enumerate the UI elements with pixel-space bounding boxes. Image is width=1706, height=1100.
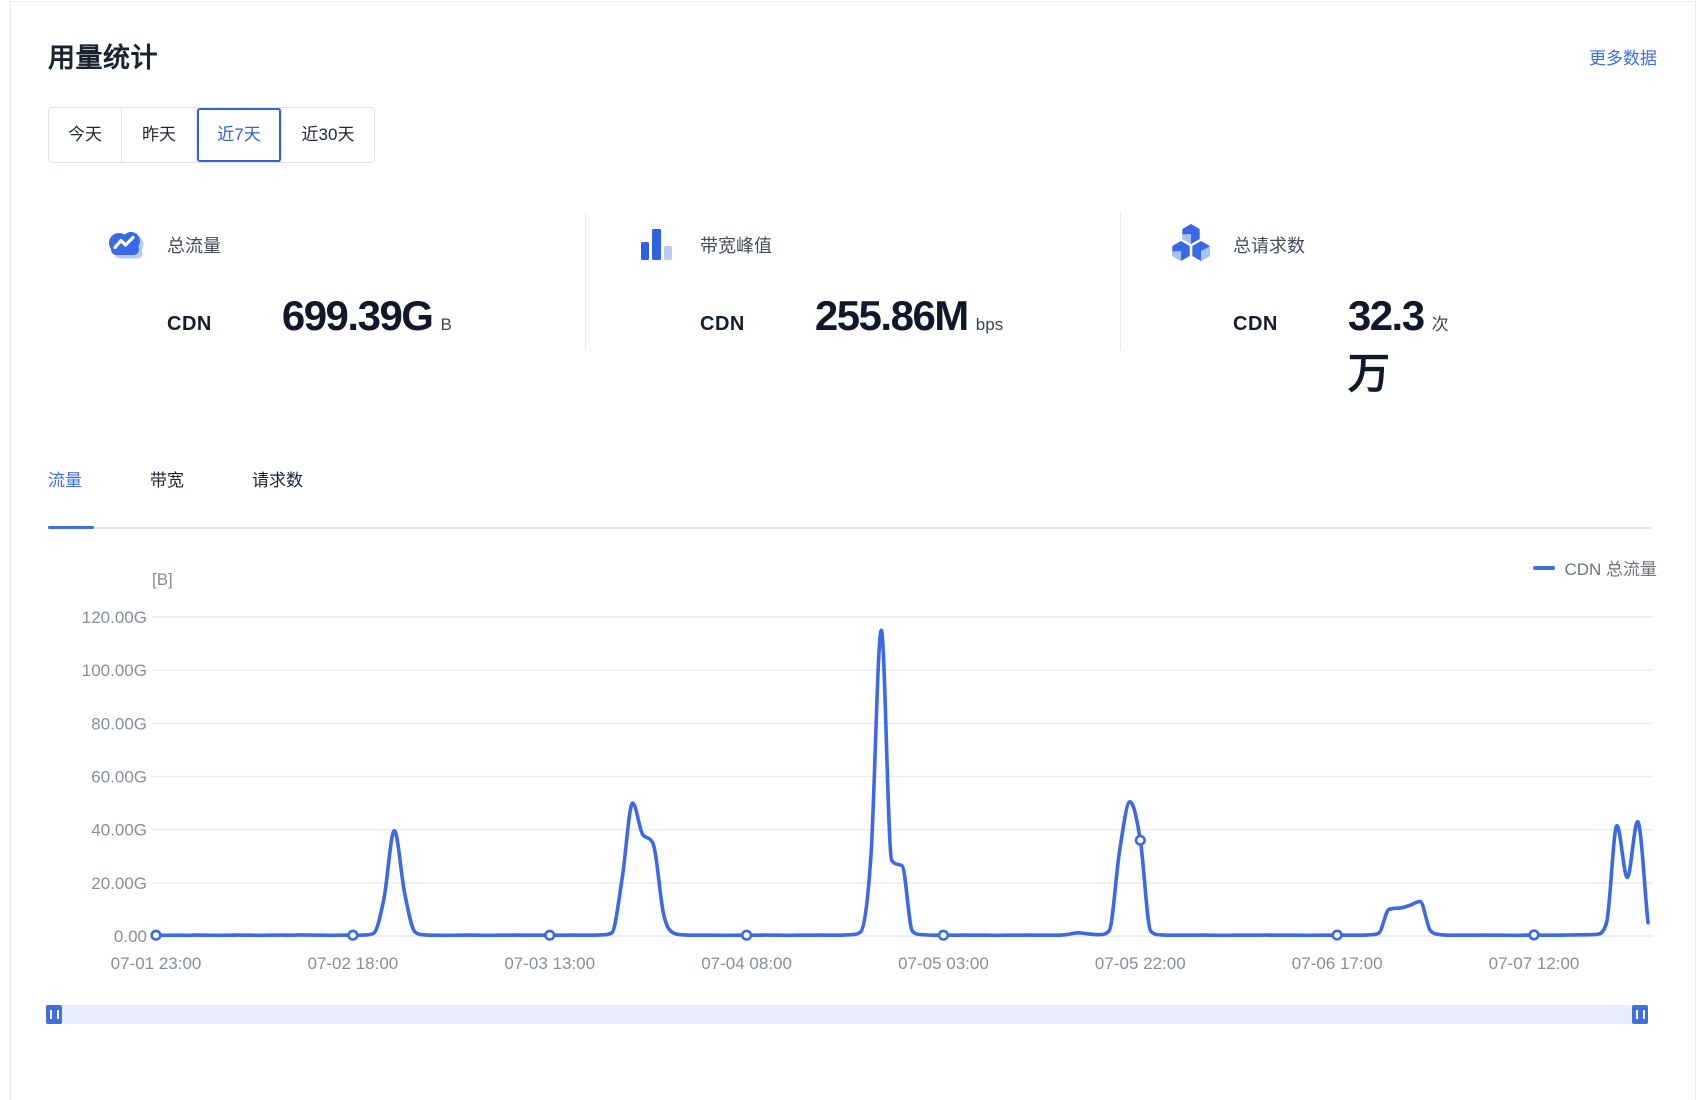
svg-text:0.00: 0.00: [114, 927, 147, 946]
tabs-divider: [48, 527, 1652, 529]
slider-grip-icon: [1636, 1010, 1645, 1019]
peak-bandwidth-value: 255.86M: [815, 292, 968, 340]
date-range-tabs: 今天 昨天 近7天 近30天: [48, 107, 375, 163]
slider-right-handle[interactable]: [1632, 1005, 1648, 1024]
card-divider: [585, 212, 586, 350]
total-traffic-unit: B: [440, 315, 451, 335]
svg-text:20.00G: 20.00G: [91, 874, 147, 893]
svg-text:07-07 12:00: 07-07 12:00: [1489, 954, 1580, 973]
total-traffic-value: 699.39G: [282, 292, 433, 340]
total-requests-card: 总请求数 CDN 32.3万 次: [1168, 222, 1449, 401]
usage-stats-panel: 用量统计 更多数据 今天 昨天 近7天 近30天 总流量 CDN 699.39G…: [0, 0, 1706, 1100]
tab-bandwidth[interactable]: 带宽: [150, 466, 184, 501]
svg-text:80.00G: 80.00G: [91, 714, 147, 733]
svg-text:07-06 17:00: 07-06 17:00: [1292, 954, 1383, 973]
data-zoom-slider[interactable]: [46, 1005, 1648, 1024]
card-prefix: CDN: [1233, 313, 1278, 336]
peak-bandwidth-unit: bps: [976, 315, 1003, 335]
card-prefix: CDN: [167, 313, 212, 336]
active-tab-underline: [48, 526, 94, 529]
svg-text:[B]: [B]: [152, 570, 173, 589]
svg-text:100.00G: 100.00G: [82, 661, 147, 680]
range-tab-today[interactable]: 今天: [49, 108, 122, 162]
svg-text:07-01 23:00: 07-01 23:00: [111, 954, 202, 973]
traffic-line-chart[interactable]: 120.00G 100.00G 80.00G 60.00G 40.00G 20.00G 0.…: [0, 540, 1706, 1005]
svg-text:07-02 18:00: 07-02 18:00: [307, 954, 398, 973]
slider-grip-icon: [50, 1010, 59, 1019]
svg-text:120.00G: 120.00G: [82, 608, 147, 627]
svg-text:40.00G: 40.00G: [91, 821, 147, 840]
peak-bandwidth-card: 带宽峰值 CDN 255.86M bps: [635, 222, 1003, 340]
total-traffic-card: 总流量 CDN 699.39G B: [102, 222, 452, 340]
metric-tabs: 流量 带宽 请求数: [48, 466, 371, 501]
range-tab-yesterday[interactable]: 昨天: [122, 108, 197, 162]
svg-text:07-05 22:00: 07-05 22:00: [1095, 954, 1186, 973]
range-tab-last7days[interactable]: 近7天: [197, 108, 282, 162]
range-tab-last30days[interactable]: 近30天: [282, 108, 374, 162]
request-cubes-icon: [1168, 222, 1214, 268]
slider-left-handle[interactable]: [46, 1005, 62, 1024]
page-title: 用量统计: [48, 36, 158, 75]
card-label: 总流量: [167, 232, 221, 258]
total-requests-unit: 次: [1432, 310, 1449, 335]
svg-text:07-04 08:00: 07-04 08:00: [701, 954, 792, 973]
cloud-traffic-icon: [102, 222, 148, 268]
svg-text:07-03 13:00: 07-03 13:00: [504, 954, 595, 973]
card-label: 总请求数: [1233, 232, 1305, 258]
tab-requests[interactable]: 请求数: [252, 466, 303, 501]
card-label: 带宽峰值: [700, 232, 772, 258]
tab-traffic[interactable]: 流量: [48, 466, 82, 501]
card-divider: [1120, 212, 1121, 350]
svg-text:07-05 03:00: 07-05 03:00: [898, 954, 989, 973]
more-data-link[interactable]: 更多数据: [1589, 44, 1657, 69]
total-requests-value: 32.3万: [1348, 292, 1424, 401]
svg-text:60.00G: 60.00G: [91, 768, 147, 787]
card-prefix: CDN: [700, 313, 745, 336]
bandwidth-bars-icon: [635, 222, 681, 268]
